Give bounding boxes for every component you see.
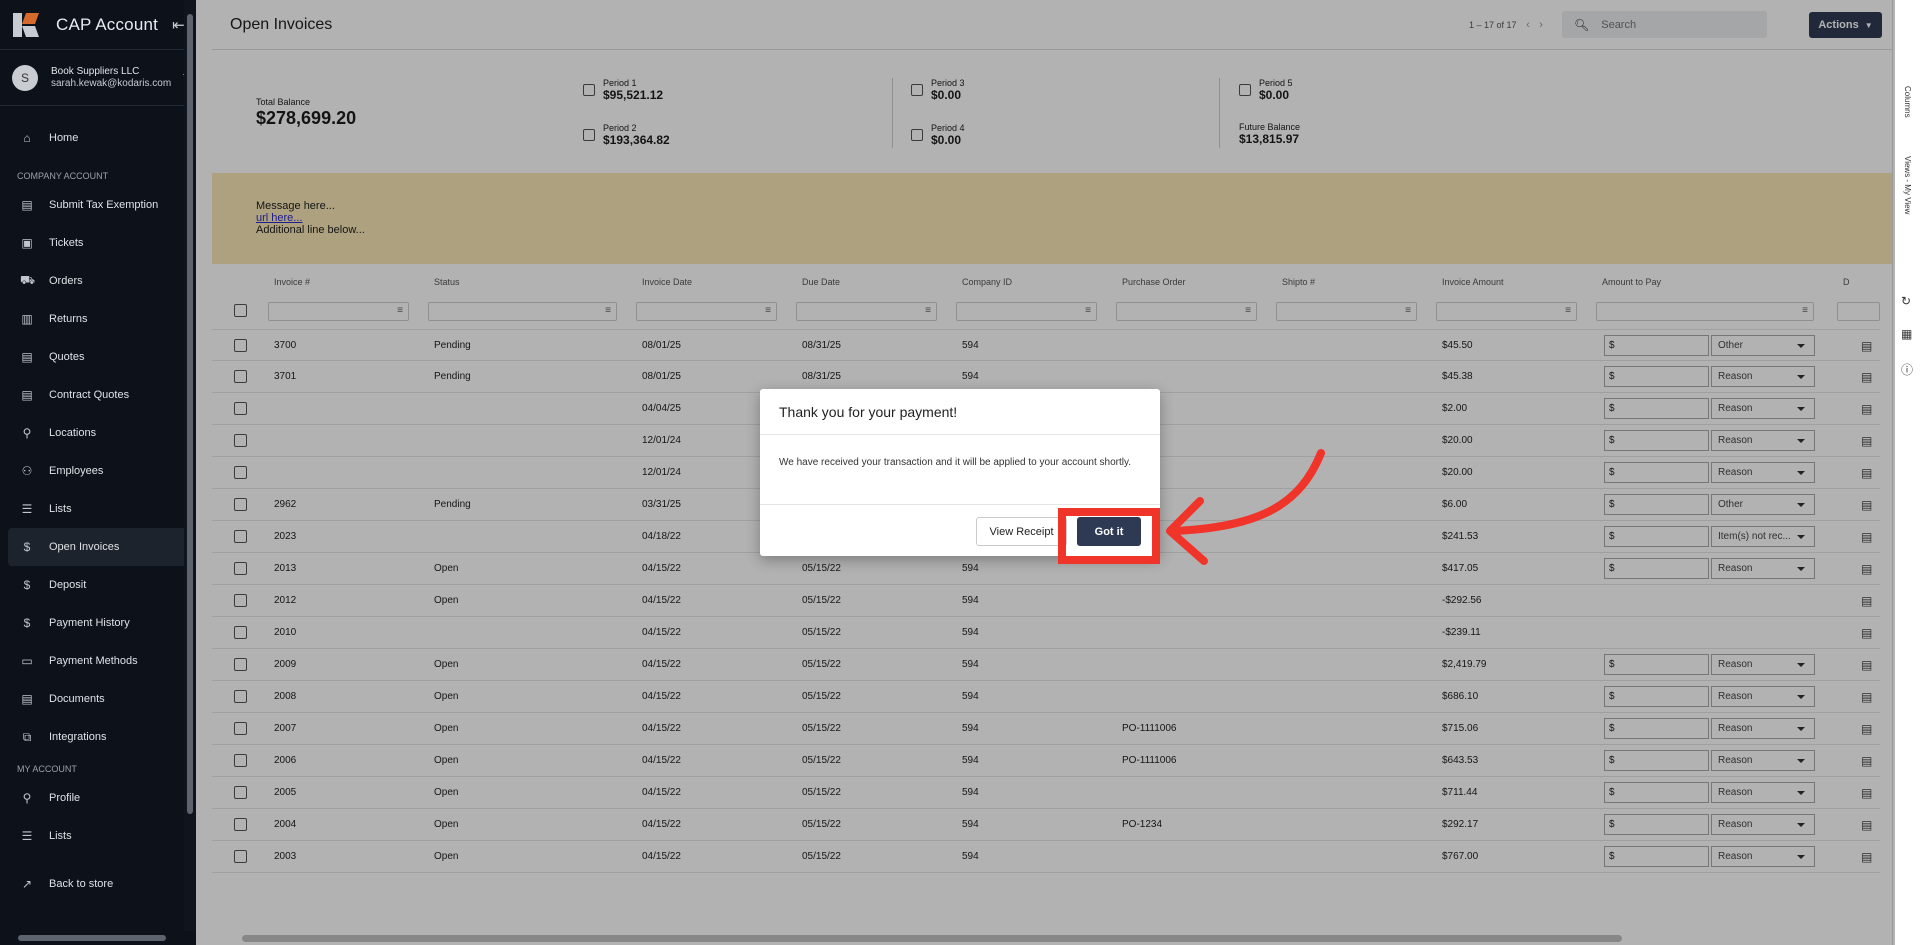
sidebar-item-label: Submit Tax Exemption xyxy=(49,199,159,211)
location-pin-icon: ⚲ xyxy=(22,426,32,440)
sidebar-item-label: Quotes xyxy=(49,351,85,363)
sidebar-item-label: Tickets xyxy=(49,237,84,249)
sidebar-item-label: Returns xyxy=(49,313,88,325)
credit-card-icon: ▭ xyxy=(21,654,33,668)
refresh-icon[interactable]: ↻ xyxy=(1901,294,1911,308)
list-icon: ☰ xyxy=(21,502,33,516)
sidebar-item-submit-tax-exemption[interactable]: ▤ Submit Tax Exemption xyxy=(0,186,188,224)
truck-icon: ⛟ xyxy=(20,273,36,287)
collapse-sidebar-icon[interactable]: ⇤ xyxy=(172,16,185,34)
sidebar-item-payment-history[interactable]: $ Payment History xyxy=(0,604,188,642)
sidebar: CAP Account ⇤ S Book Suppliers LLC sarah… xyxy=(0,0,196,945)
sidebar-item-label: Back to store xyxy=(49,878,114,890)
annotation-arrow xyxy=(1166,449,1325,565)
avatar: S xyxy=(12,64,38,91)
sidebar-horizontal-scrollbar[interactable] xyxy=(0,931,196,945)
grid-icon[interactable]: ▦ xyxy=(1901,327,1912,341)
user-email: sarah.kewak@kodaris.com xyxy=(51,77,172,89)
sidebar-item-label: Payment Methods xyxy=(49,655,138,667)
sidebar-item-back-to-store[interactable]: ↗ Back to store xyxy=(0,865,188,903)
integrations-icon: ⧉ xyxy=(22,729,32,744)
home-icon: ⌂ xyxy=(23,131,31,145)
person-icon: ⚲ xyxy=(22,791,32,805)
sidebar-item-label: Payment History xyxy=(49,617,130,629)
sidebar-item-label: Employees xyxy=(49,465,104,477)
section-my-account: MY ACCOUNT xyxy=(17,764,77,774)
columns-panel-toggle[interactable]: Columns xyxy=(1903,86,1912,118)
sidebar-item-home[interactable]: ⌂ Home xyxy=(0,119,188,157)
sidebar-item-label: Contract Quotes xyxy=(49,389,130,401)
sidebar-item-label: Documents xyxy=(49,693,105,705)
sidebar-item-integrations[interactable]: ⧉ Integrations xyxy=(0,718,188,756)
sidebar-item-tickets[interactable]: ▣ Tickets xyxy=(0,224,188,262)
account-switcher[interactable]: S Book Suppliers LLC sarah.kewak@kodaris… xyxy=(0,50,196,106)
dollar-icon: $ xyxy=(23,616,31,630)
sidebar-item-label: Open Invoices xyxy=(49,541,120,553)
help-icon[interactable]: ⓘ xyxy=(1901,361,1913,378)
dialog-message: We have received your transaction and it… xyxy=(760,435,1160,505)
dollar-icon: $ xyxy=(23,540,31,554)
views-panel-toggle[interactable]: Views - My View xyxy=(1903,156,1912,214)
sidebar-item-lists[interactable]: ☰ Lists xyxy=(0,490,188,528)
dialog-title: Thank you for your payment! xyxy=(760,389,1160,435)
document-icon: ▤ xyxy=(21,692,33,706)
my-account-nav-list: ⚲ Profile ☰ Lists xyxy=(0,779,196,855)
sidebar-item-label: Lists xyxy=(49,503,72,515)
company-name: Book Suppliers LLC xyxy=(51,65,140,77)
list-icon: ☰ xyxy=(21,829,33,843)
sidebar-item-label: Integrations xyxy=(49,731,107,743)
sidebar-item-profile[interactable]: ⚲ Profile xyxy=(0,779,188,817)
section-company-account: COMPANY ACCOUNT xyxy=(17,171,109,181)
sidebar-item-label: Profile xyxy=(49,792,81,804)
sidebar-item-documents[interactable]: ▤ Documents xyxy=(0,680,188,718)
sidebar-item-open-invoices[interactable]: $ Open Invoices xyxy=(8,528,188,566)
people-icon: ⚇ xyxy=(21,464,33,478)
sidebar-item-deposit[interactable]: $ Deposit xyxy=(0,566,188,604)
sidebar-item-contract-quotes[interactable]: ▤ Contract Quotes xyxy=(0,376,188,414)
ticket-icon: ▣ xyxy=(21,236,33,250)
document-icon: ▤ xyxy=(21,198,33,212)
view-receipt-button[interactable]: View Receipt xyxy=(976,517,1067,546)
sidebar-item-locations[interactable]: ⚲ Locations xyxy=(0,414,188,452)
sidebar-header: CAP Account ⇤ xyxy=(0,0,196,50)
sidebar-item-label: Lists xyxy=(49,830,72,842)
sidebar-item-quotes[interactable]: ▤ Quotes xyxy=(0,338,188,376)
external-link-icon: ↗ xyxy=(21,877,33,891)
sidebar-scrollbar[interactable] xyxy=(184,0,196,945)
right-toolbar: Columns Views - My View ↻ ▦ ⓘ xyxy=(1892,0,1920,945)
returns-icon: ▥ xyxy=(21,312,33,326)
clipboard-icon: ▤ xyxy=(21,388,33,402)
sidebar-item-label: Locations xyxy=(49,427,97,439)
dollar-icon: $ xyxy=(23,578,31,592)
sidebar-item-label: Home xyxy=(49,132,79,144)
app-title: CAP Account xyxy=(56,14,159,34)
kodaris-logo[interactable] xyxy=(13,12,40,37)
clipboard-icon: ▤ xyxy=(21,350,33,364)
sidebar-item-payment-methods[interactable]: ▭ Payment Methods xyxy=(0,642,188,680)
company-nav-list: ▤ Submit Tax Exemption ▣ Tickets ⛟ Orders ▥ Ret… xyxy=(0,186,196,756)
sidebar-item-label: Deposit xyxy=(49,579,87,591)
sidebar-item-label: Orders xyxy=(49,275,83,287)
sidebar-item-lists[interactable]: ☰ Lists xyxy=(0,817,188,855)
annotation-highlight-box xyxy=(1058,508,1160,564)
sidebar-item-employees[interactable]: ⚇ Employees xyxy=(0,452,188,490)
sidebar-item-orders[interactable]: ⛟ Orders xyxy=(0,262,188,300)
sidebar-item-returns[interactable]: ▥ Returns xyxy=(0,300,188,338)
